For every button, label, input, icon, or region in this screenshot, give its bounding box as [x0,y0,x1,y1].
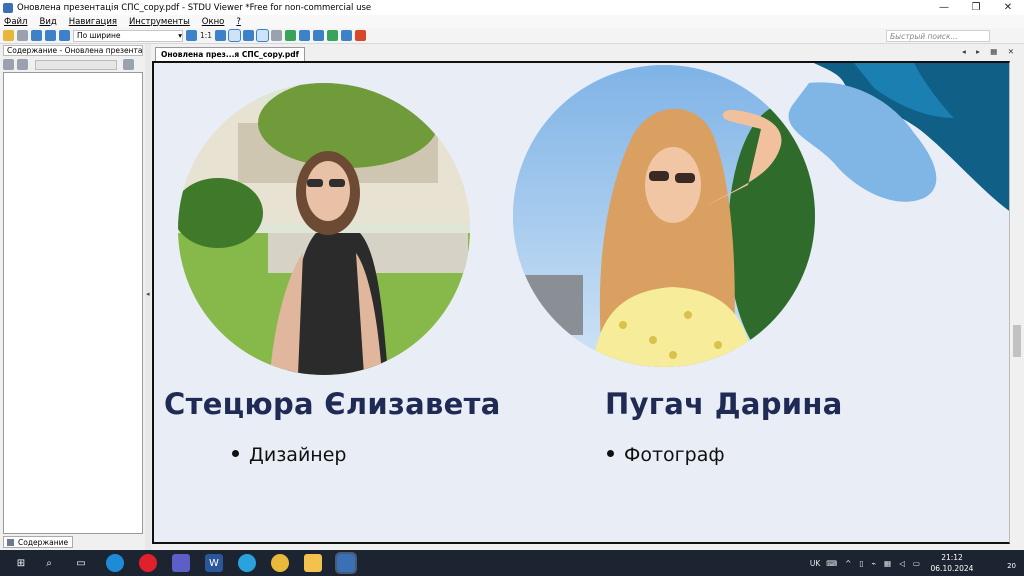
sidebar-filter-input[interactable] [35,59,117,70]
zoom-out-icon[interactable] [59,30,70,41]
bullet-icon [607,450,614,457]
keyboard-icon[interactable]: ⌨ [826,559,837,568]
menu-tools[interactable]: Инструменты [129,17,190,27]
chrome-icon[interactable] [271,554,289,572]
minimize-button[interactable]: — [928,0,960,15]
window-controls: — ❐ ✕ [928,0,1024,15]
menu-window[interactable]: Окно [202,17,225,27]
person-role-1: Дизайнер [232,444,346,466]
photo-1-illustration [178,83,470,375]
actual-size-button[interactable]: 1:1 [200,30,212,41]
system-tray: UK ⌨ ^ ▯ ⌁ ▦ ◁ ▭ [810,550,920,576]
zoom-select[interactable]: По ширине ▾ [73,29,183,42]
scrollbar-thumb[interactable] [1013,325,1021,357]
contents-tab-label: Содержание [18,537,69,547]
sidebar-search-icon[interactable] [123,59,134,70]
title-bar: Оновлена презентація СПС_copy.pdf - STDU… [0,0,1024,15]
sidebar-splitter[interactable]: ◂ [145,44,151,550]
forward-icon[interactable] [341,30,353,41]
volume-icon[interactable]: ◁ [899,559,905,568]
splitter-grip-icon: ◂ [146,290,150,298]
task-view-icon[interactable]: ▭ [72,554,90,572]
print-icon[interactable] [17,30,28,41]
contents-tab-icon [7,538,14,546]
menu-help[interactable]: ? [236,17,241,27]
image-select-icon[interactable] [285,30,297,41]
menu-view[interactable]: Вид [39,17,56,27]
bookmark-icon[interactable] [355,30,367,41]
menu-bar: Файл Вид Навигация Инструменты Окно ? [0,15,1024,28]
chevron-down-icon: ▾ [178,31,182,40]
opera-icon[interactable] [139,554,157,572]
close-button[interactable]: ✕ [992,0,1024,15]
person-role-1-text: Дизайнер [249,444,347,466]
expand-icon[interactable] [3,59,14,70]
person-name-2: Пугач Дарина [605,387,843,421]
zoom-value: По ширине [77,31,121,40]
person-role-2-text: Фотограф [624,444,725,466]
notification-count: 20 [1007,562,1016,570]
file-explorer-icon[interactable] [304,554,322,572]
photo-2-illustration [513,65,815,367]
zoom-in-icon[interactable] [186,30,197,41]
person-role-2: Фотограф [607,444,725,466]
tab-document[interactable]: Оновлена през...я СПС_copy.pdf [155,47,305,61]
hand-tool-icon[interactable] [256,29,270,42]
tab-contents[interactable]: Содержание [3,536,73,548]
sidebar-header: Содержание - Оновлена презентация [3,45,143,56]
export-icon[interactable] [45,30,56,41]
stdu-app-icon [3,2,13,13]
network-icon[interactable]: ▦ [884,559,891,568]
language-indicator[interactable]: UK [810,559,820,568]
bullet-icon [232,450,239,457]
tab-navigation[interactable]: ◂ ▸ ▦ ✕ [962,47,1018,56]
window-title: Оновлена презентація СПС_copy.pdf - STDU… [17,2,372,13]
document-tab-bar: Оновлена през...я СПС_copy.pdf ◂ ▸ ▦ ✕ [152,44,1024,61]
teams-icon[interactable] [172,554,190,572]
menu-navigation[interactable]: Навигация [69,17,117,27]
search-icon[interactable]: ⌕ [40,554,58,572]
document-viewport[interactable]: Стецюра Єлизавета Дизайнер Пугач Дарина … [152,61,1010,544]
windows-start-icon[interactable]: ⊞ [12,554,30,572]
clock-time: 21:12 [941,553,963,562]
stdu-viewer-taskbar-icon[interactable] [335,552,357,574]
toolbar: По ширине ▾ 1:1 [0,28,1024,44]
clock-date: 06.10.2024 [930,564,974,573]
notification-center-icon[interactable]: 20 [1000,556,1016,570]
menu-file[interactable]: Файл [4,17,27,27]
telegram-icon[interactable] [238,554,256,572]
fit-width-icon[interactable] [228,29,242,42]
battery-icon[interactable]: ▭ [913,559,920,568]
person-photo-1 [178,83,470,375]
contents-tree[interactable] [3,72,143,534]
taskbar: ⊞ ⌕ ▭ W UK ⌨ ^ ▯ ⌁ ▦ ◁ ▭ 21:12 06.10.202… [0,550,1024,576]
fit-page-icon[interactable] [215,30,227,41]
usb-icon[interactable]: ⌁ [872,559,877,568]
person-name-1: Стецюра Єлизавета [164,387,501,421]
maximize-button[interactable]: ❐ [960,0,992,15]
vertical-scrollbar[interactable] [1010,61,1024,544]
text-select-icon[interactable] [271,30,283,41]
clock[interactable]: 21:12 06.10.2024 [928,552,976,574]
snapshot-icon[interactable] [299,30,311,41]
fit-height-icon[interactable] [243,30,255,41]
word-icon[interactable]: W [205,554,223,572]
quick-search-input[interactable]: Быстрый поиск... [886,30,990,42]
edge-icon[interactable] [106,554,124,572]
collapse-icon[interactable] [17,59,28,70]
person-photo-2 [513,65,815,367]
page-setup-icon[interactable] [31,30,42,41]
sidebar-tools [3,58,143,71]
chevron-up-icon[interactable]: ^ [845,559,851,568]
find-icon[interactable] [313,30,325,41]
sidebar: Содержание - Оновлена презентация Содерж… [0,44,150,550]
back-icon[interactable] [327,30,339,41]
clipboard-icon[interactable]: ▯ [859,559,863,568]
open-folder-icon[interactable] [3,30,14,41]
